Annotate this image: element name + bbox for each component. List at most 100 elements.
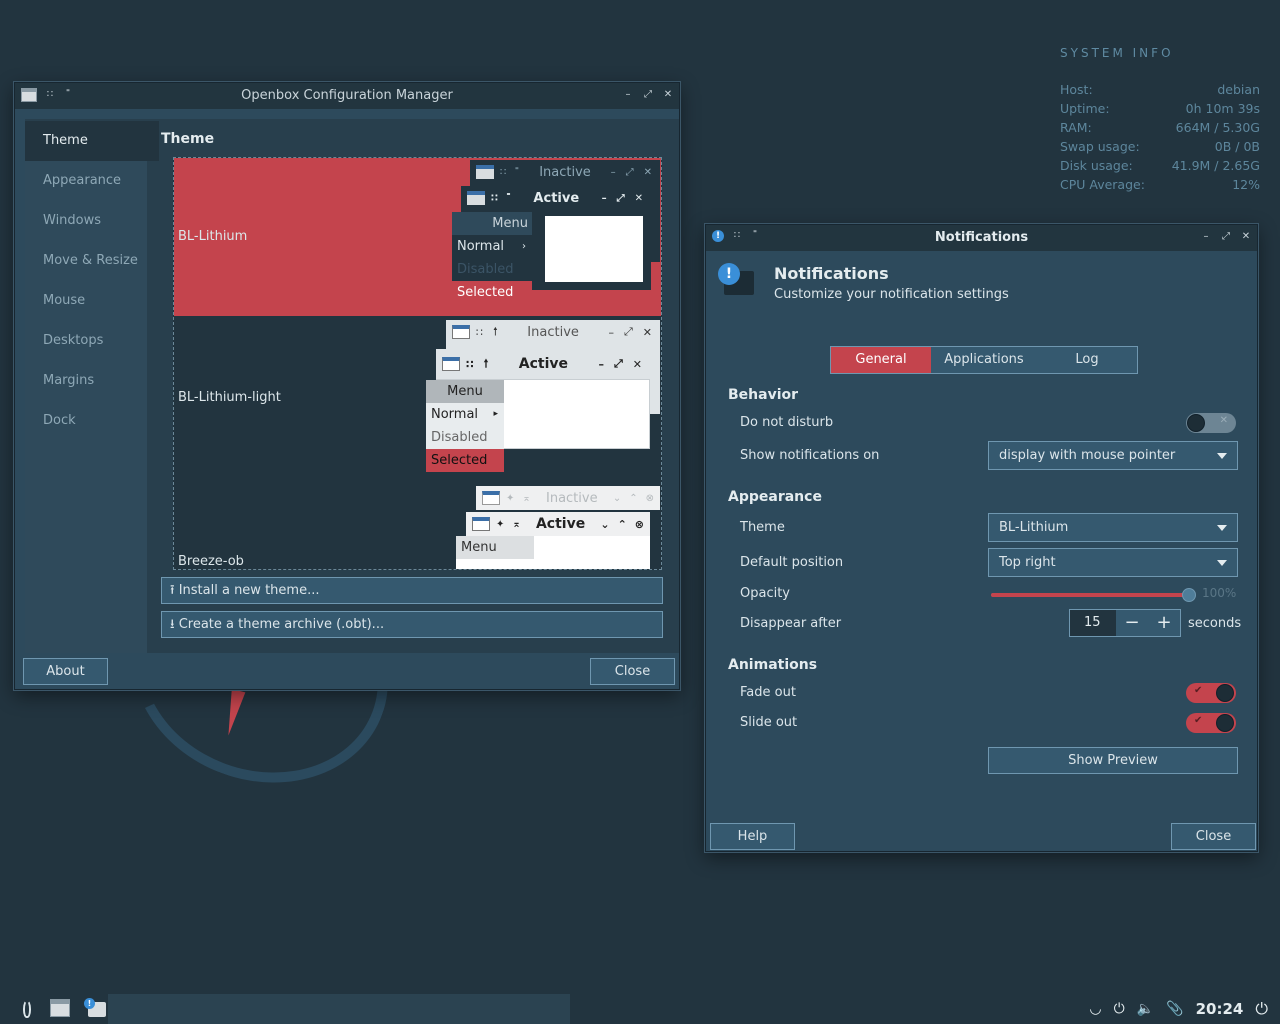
theme-row-bl-lithium[interactable]: BL-Lithium ∷ ˭ Inactive – ⤢ ✕ ∷ ˭ Active… [174,158,661,316]
create-archive-label: Create a theme archive (.obt)... [178,617,385,632]
minimize-icon: ⌄ [612,492,622,504]
sidebar-item-theme[interactable]: Theme [25,121,159,161]
preview-inactive-titlebar: ∷ ˭ Inactive – ⤢ ✕ [470,160,660,184]
conky-label: Host: [1060,82,1093,97]
preview-client-area [545,216,643,282]
close-icon[interactable]: ✕ [663,89,673,101]
preview-inactive-label: Inactive [527,324,579,340]
install-theme-button[interactable]: ⭱ Install a new theme... [161,577,663,604]
tab-general[interactable]: General [831,347,931,373]
default-position-select[interactable]: Top right [988,548,1238,577]
toggle-knob [1187,414,1205,432]
clock[interactable]: 20:24 [1196,1000,1244,1018]
maximize-icon: ⤢ [625,166,634,178]
menu-title-label: Menu [461,540,497,555]
submenu-arrow-icon: › [522,241,526,252]
preview-app-icon [476,165,494,179]
preview-menu: Menu Normal › Disabled Selected [452,212,532,304]
theme-value: BL-Lithium [999,520,1069,535]
sidebar-item-mouse[interactable]: Mouse [25,281,147,321]
download-icon: ⭳ [170,617,175,632]
opacity-slider-handle[interactable] [1182,588,1196,602]
menu-title-label: Menu [492,216,528,231]
opacity-slider-fill [991,593,1189,597]
close-icon: ✕ [634,192,643,204]
section-appearance: Appearance [728,489,822,505]
theme-list[interactable]: BL-Lithium ∷ ˭ Inactive – ⤢ ✕ ∷ ˭ Active… [173,157,662,570]
slide-out-toggle[interactable]: ✔ [1186,713,1236,733]
opacity-value: 100% [1202,586,1237,600]
notifications-tabbar: General Applications Log [830,346,1138,374]
sidebar-item-move-resize[interactable]: Move & Resize [25,241,147,281]
tab-log[interactable]: Log [1037,347,1137,373]
taskbar-notifications-icon[interactable]: ! [84,998,106,1018]
create-archive-button[interactable]: ⭳ Create a theme archive (.obt)... [161,611,663,638]
sidebar-item-windows[interactable]: Windows [25,201,147,241]
close-button[interactable]: Close [1171,823,1256,850]
do-not-disturb-toggle[interactable]: ✕ [1186,413,1236,433]
show-preview-button[interactable]: Show Preview [988,747,1238,774]
opacity-slider[interactable] [991,588,1196,602]
start-menu-flame-icon[interactable] [20,998,34,1020]
sidebar-item-desktops[interactable]: Desktops [25,321,147,361]
obconf-titlebar[interactable]: ∷ ˭ Openbox Configuration Manager – ⤢ ✕ [15,83,679,109]
taskbar: ! ◡ ⏻ 🔈 📎 20:24 ⏻ [0,994,1280,1024]
disappear-after-input[interactable]: 15 [1070,610,1116,636]
minimize-icon[interactable]: – [1201,231,1211,243]
about-button[interactable]: About [23,658,108,685]
decrement-button[interactable]: − [1116,610,1148,636]
section-animations: Animations [728,657,818,673]
power-icon[interactable]: ⏻ [1255,999,1268,1019]
show-notifications-on-select[interactable]: display with mouse pointer [988,441,1238,470]
taskbar-task-area[interactable] [108,994,570,1024]
minimize-icon[interactable]: – [623,89,633,101]
theme-row-bl-lithium-light[interactable]: BL-Lithium-light ∷ 🠕 Inactive – ⤢ ✕ ∷ 🠕 … [174,316,661,480]
preview-menu-title: Menu [426,380,504,403]
help-button[interactable]: Help [710,823,795,850]
conky-label: Swap usage: [1060,139,1140,154]
sidebar-item-margins[interactable]: Margins [25,361,147,401]
check-icon: ✔ [1194,685,1203,696]
toggle-knob [1216,714,1234,732]
minimize-icon: ⌄ [600,517,610,531]
fade-out-label: Fade out [740,685,796,700]
chevron-down-icon [1217,453,1227,459]
default-position-label: Default position [740,555,844,570]
toggle-knob [1216,684,1234,702]
theme-row-breeze-ob[interactable]: Breeze-ob ✦ ⌅ Inactive ⌄ ⌃ ⊗ ✦ ⌅ Active … [174,480,661,569]
preview-app-icon [442,357,460,371]
check-icon: ✔ [1194,715,1203,726]
theme-name: BL-Lithium [178,229,248,244]
notifications-titlebar[interactable]: ! ∷ ˭ Notifications – ⤢ ✕ [706,225,1257,251]
clipboard-icon[interactable]: 📎 [1166,1001,1183,1017]
fade-out-toggle[interactable]: ✔ [1186,683,1236,703]
maximize-icon[interactable]: ⤢ [1221,231,1231,243]
maximize-icon[interactable]: ⤢ [643,89,653,101]
preview-active-titlebar: ∷ ˭ Active – ⤢ ✕ [461,186,651,210]
install-theme-label: Install a new theme... [178,583,320,598]
taskbar-obconf-icon[interactable] [50,999,70,1017]
menu-selected-label: Selected [457,285,514,300]
theme-select[interactable]: BL-Lithium [988,513,1238,542]
close-icon[interactable]: ✕ [1241,231,1251,243]
spinner-icon[interactable]: ◡ [1089,1001,1101,1017]
pin-icon: ✦ [506,492,515,504]
power-manager-icon[interactable]: ⏻ [1114,1001,1125,1017]
close-button[interactable]: Close [590,658,675,685]
obconf-title: Openbox Configuration Manager [241,88,453,103]
minimize-icon: – [601,192,607,204]
conky-row-uptime: Uptime: 0h 10m 39s [1060,101,1260,120]
volume-icon[interactable]: 🔈 [1137,1001,1154,1017]
maximize-icon: ⌃ [629,492,638,504]
tab-applications[interactable]: Applications [931,347,1037,373]
sidebar-item-appearance[interactable]: Appearance [25,161,147,201]
minimize-icon: – [610,166,616,178]
chevron-down-icon [1217,525,1227,531]
page-title: Theme [161,131,215,147]
close-icon: ✕ [632,357,642,371]
sidebar-item-dock[interactable]: Dock [25,401,147,441]
pin-icon: ✦ [496,518,505,530]
maximize-icon: ⌃ [617,517,627,531]
show-on-value: display with mouse pointer [999,448,1176,463]
increment-button[interactable]: + [1148,610,1180,636]
